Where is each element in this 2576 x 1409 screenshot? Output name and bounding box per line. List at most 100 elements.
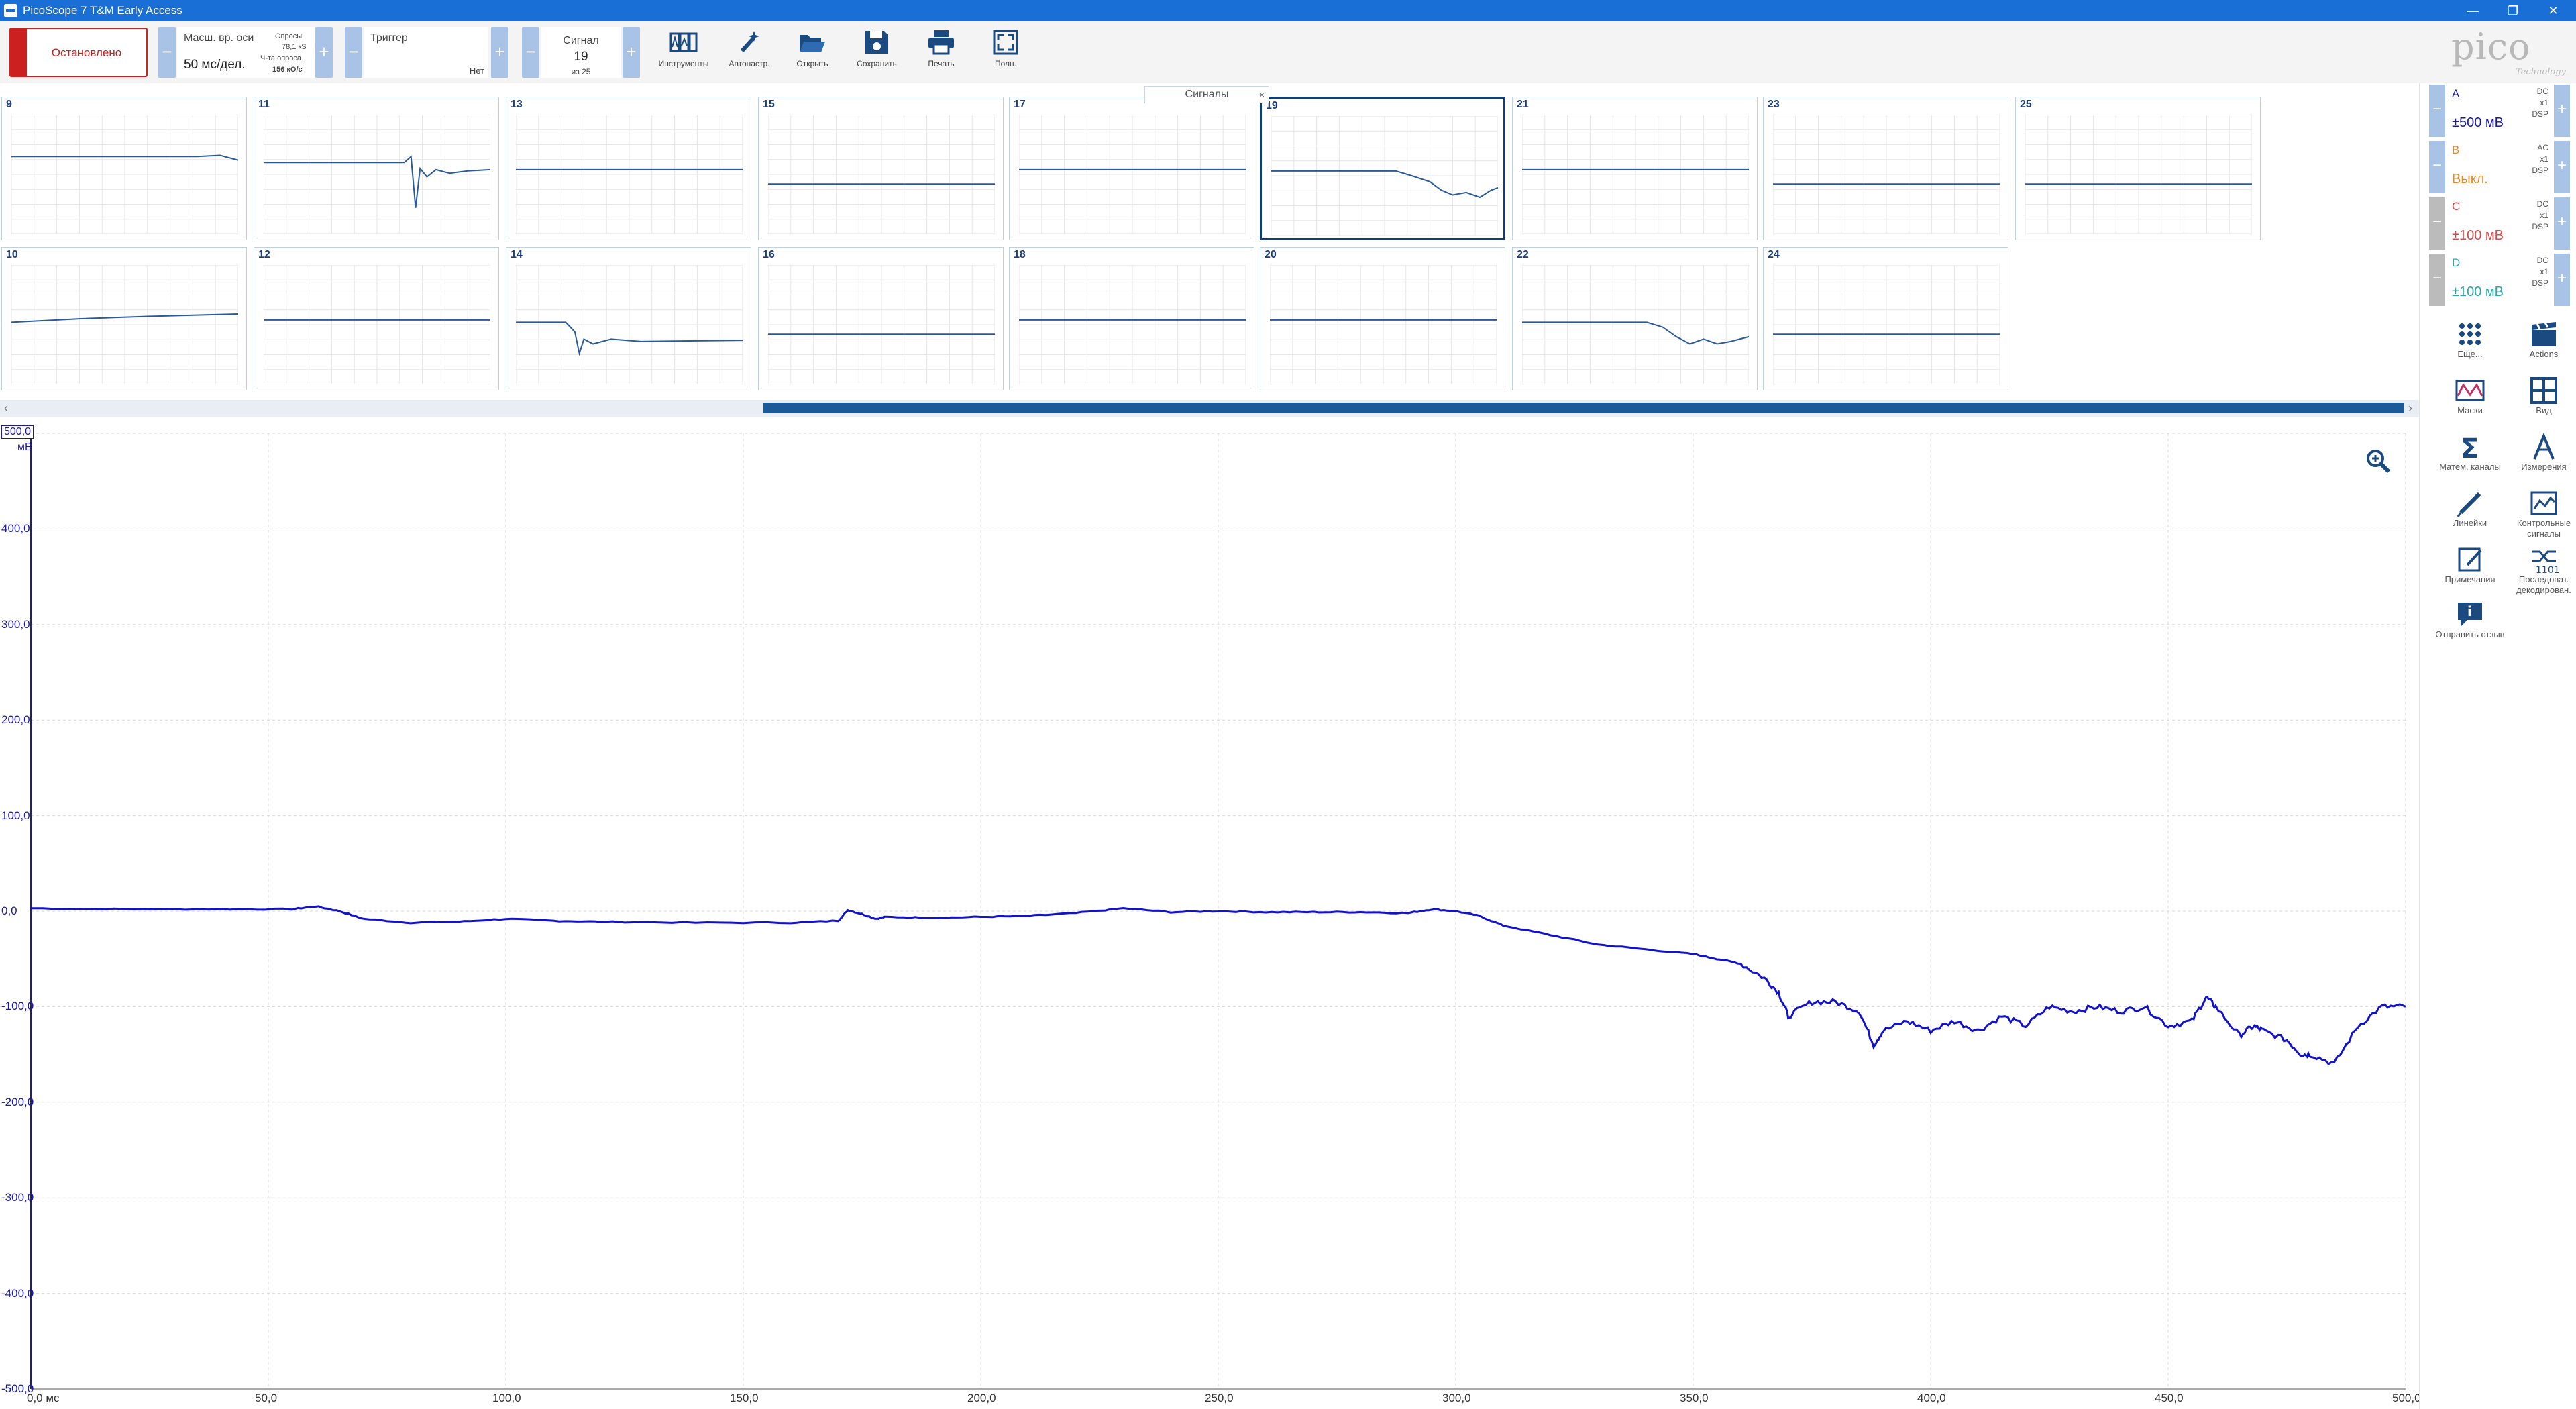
scope-view[interactable]: 500,0 мВ 400,0 300,0 200,0 100,0 0,0 -100,0 -2… xyxy=(0,421,2421,1409)
window-title: PicoScope 7 T&M Early Access xyxy=(23,4,182,17)
save-button[interactable]: Сохранить xyxy=(847,27,907,79)
timebase-increase-button[interactable]: + xyxy=(315,27,333,78)
scroll-right-arrow-icon[interactable]: › xyxy=(2408,401,2412,415)
pico-logo: pico Technology xyxy=(2442,25,2571,79)
thumbnail-number: 18 xyxy=(1014,249,1026,260)
close-window-button[interactable]: ✕ xyxy=(2533,0,2573,21)
signals-tab[interactable]: Сигналы × xyxy=(1144,86,1269,103)
channel-range-increase-button[interactable]: + xyxy=(2554,85,2570,137)
autosetup-button[interactable]: Автонастр. xyxy=(719,27,780,79)
waveform-thumbnail[interactable]: 19 xyxy=(1260,97,1505,240)
notes-tool-button[interactable]: Примечания xyxy=(2433,545,2507,585)
math-tool-button[interactable]: Σ Матем. каналы xyxy=(2433,432,2507,472)
waveform-thumbnail[interactable]: 10 xyxy=(1,247,247,390)
channel-range-decrease-button[interactable]: − xyxy=(2429,197,2445,250)
serial-tool-button[interactable]: 1101 Последоват. декодирован. xyxy=(2507,545,2576,596)
thumbnail-scrollbar[interactable]: ‹ › xyxy=(0,400,2419,417)
waveform-thumbnail[interactable]: 22 xyxy=(1512,247,1758,390)
masks-icon xyxy=(2455,380,2485,401)
restore-button[interactable]: ❐ xyxy=(2493,0,2533,21)
waveform-thumbnail[interactable]: 14 xyxy=(506,247,751,390)
logo-subtitle: Technology xyxy=(2516,67,2566,77)
masks-tool-button[interactable]: Маски xyxy=(2433,376,2507,416)
scope-plot[interactable] xyxy=(0,421,2419,1409)
waveform-thumbnail[interactable]: 15 xyxy=(758,97,1004,240)
notes-icon xyxy=(2458,547,2482,572)
channel-coupling[interactable]: DC x1 DSP xyxy=(2532,86,2548,120)
close-icon[interactable]: × xyxy=(1259,87,1265,103)
open-button[interactable]: Открыть xyxy=(782,27,843,79)
waveform-thumbnail[interactable]: 17 xyxy=(1009,97,1254,240)
channel-coupling[interactable]: DC x1 DSP xyxy=(2532,255,2548,289)
channel-a-control[interactable]: − A DC x1 DSP ±500 мВ + xyxy=(2429,85,2570,137)
sample-rate-label: Ч-та опроса xyxy=(260,54,302,62)
channel-range[interactable]: ±100 мВ xyxy=(2452,284,2504,300)
channel-letter: D xyxy=(2452,256,2461,269)
channel-range-decrease-button[interactable]: − xyxy=(2429,85,2445,137)
waveform-thumbnail[interactable]: 9 xyxy=(1,97,247,240)
math-tool-label: Матем. каналы xyxy=(2439,462,2501,472)
channel-range[interactable]: Выкл. xyxy=(2452,172,2488,187)
waveform-thumbnail[interactable]: 18 xyxy=(1009,247,1254,390)
rulers-tool-button[interactable]: Линейки xyxy=(2433,488,2507,529)
channel-coupling[interactable]: DC x1 DSP xyxy=(2532,199,2548,233)
thumbnail-number: 16 xyxy=(763,249,775,260)
channel-range-increase-button[interactable]: + xyxy=(2554,141,2570,193)
trigger-control[interactable]: Триггер Нет xyxy=(364,27,488,78)
channel-range[interactable]: ±500 мВ xyxy=(2452,115,2504,131)
y-tick-label: -300,0 xyxy=(1,1191,34,1204)
more-tool-button[interactable]: Еще... xyxy=(2433,319,2507,360)
channel-c-control[interactable]: − C DC x1 DSP ±100 мВ + xyxy=(2429,197,2570,250)
measurements-tool-button[interactable]: Измерения xyxy=(2507,432,2576,472)
channel-range-increase-button[interactable]: + xyxy=(2554,197,2570,250)
x-tick-label: 50,0 xyxy=(255,1392,278,1404)
channel-range-increase-button[interactable]: + xyxy=(2554,254,2570,306)
thumbnail-number: 25 xyxy=(2020,99,2032,110)
channel-letter: C xyxy=(2452,200,2461,213)
minimize-button[interactable]: — xyxy=(2453,0,2493,21)
waveform-thumbnail[interactable]: 20 xyxy=(1260,247,1505,390)
scrollbar-thumb[interactable] xyxy=(763,403,2404,413)
feedback-tool-button[interactable]: i Отправить отзыв xyxy=(2433,600,2507,640)
run-stop-button[interactable]: Остановлено xyxy=(9,28,148,77)
view-tool-button[interactable]: Вид xyxy=(2507,376,2576,416)
signal-increase-button[interactable]: + xyxy=(623,27,640,78)
waveform-thumbnail[interactable]: 11 xyxy=(254,97,499,240)
scroll-left-arrow-icon[interactable]: ‹ xyxy=(4,401,8,415)
channel-d-control[interactable]: − D DC x1 DSP ±100 мВ + xyxy=(2429,254,2570,306)
fullscreen-button[interactable]: Полн. xyxy=(975,27,1036,79)
timebase-decrease-button[interactable]: − xyxy=(158,27,176,78)
timebase-control[interactable]: Масш. вр. оси 50 мс/дел. Опросы 78,1 кS … xyxy=(177,27,315,78)
signal-count: из 25 xyxy=(571,67,591,76)
waveform-thumbnail[interactable]: 24 xyxy=(1763,247,2008,390)
actions-icon xyxy=(2532,322,2556,346)
channel-range-decrease-button[interactable]: − xyxy=(2429,254,2445,306)
waveform-thumbnail[interactable]: 23 xyxy=(1763,97,2008,240)
y-axis-top-label[interactable]: 500,0 xyxy=(1,425,34,439)
waveform-thumbnail[interactable]: 25 xyxy=(2015,97,2261,240)
thumbnail-number: 12 xyxy=(258,249,270,260)
trigger-decrease-button[interactable]: − xyxy=(345,27,362,78)
channel-b-control[interactable]: − B AC x1 DSP Выкл. + xyxy=(2429,141,2570,193)
trigger-label: Триггер xyxy=(370,32,408,44)
print-button[interactable]: Печать xyxy=(911,27,971,79)
waveform-thumbnail[interactable]: 16 xyxy=(758,247,1004,390)
waveform-thumbnail[interactable]: 21 xyxy=(1512,97,1758,240)
zoom-icon[interactable] xyxy=(2365,448,2391,474)
rulers-tool-label: Линейки xyxy=(2453,518,2487,528)
instruments-label: Инструменты xyxy=(658,59,709,68)
channel-coupling[interactable]: AC x1 DSP xyxy=(2532,142,2548,176)
instruments-button[interactable]: Инструменты xyxy=(653,27,714,79)
signal-selector[interactable]: Сигнал 19 из 25 xyxy=(541,27,621,78)
actions-tool-button[interactable]: Actions xyxy=(2507,319,2576,360)
waveform-thumbnail[interactable]: 13 xyxy=(506,97,751,240)
channel-range[interactable]: ±100 мВ xyxy=(2452,228,2504,244)
trigger-increase-button[interactable]: + xyxy=(491,27,508,78)
signal-decrease-button[interactable]: − xyxy=(522,27,539,78)
thumbnail-plot xyxy=(768,115,995,234)
reference-tool-button[interactable]: Контрольные сигналы xyxy=(2507,488,2576,539)
channel-range-decrease-button[interactable]: − xyxy=(2429,141,2445,193)
y-axis-unit: мВ xyxy=(17,441,32,453)
waveform-thumbnail[interactable]: 12 xyxy=(254,247,499,390)
y-tick-label: -200,0 xyxy=(1,1095,34,1108)
